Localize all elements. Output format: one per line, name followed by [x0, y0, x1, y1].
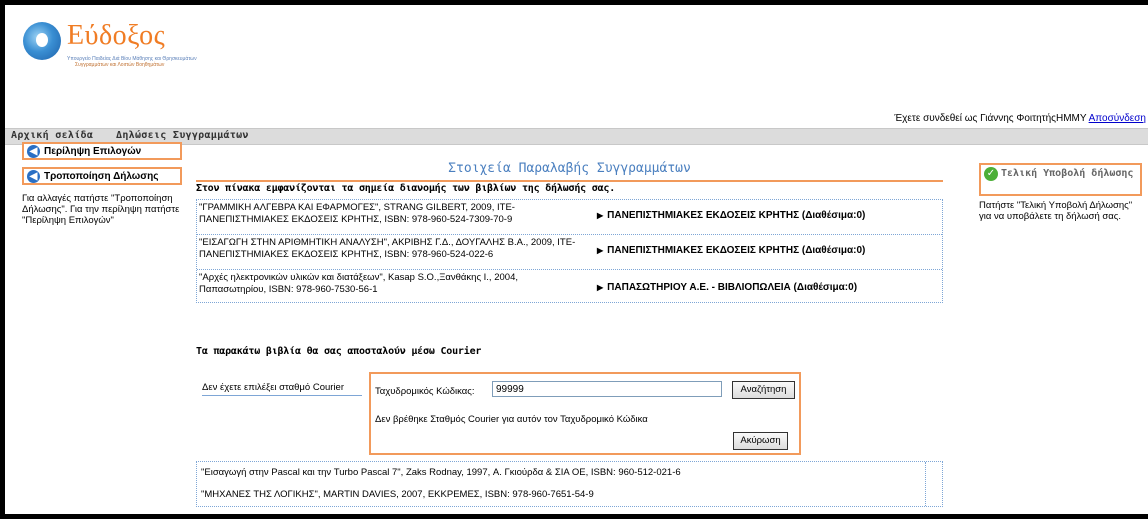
postal-code-label: Ταχυδρομικός Κώδικας:	[375, 386, 475, 397]
right-help-text: Πατήστε "Τελική Υποβολή Δήλωσης" για να …	[979, 200, 1133, 222]
summary-button-label: Περίληψη Επιλογών	[44, 146, 142, 157]
courier-heading: Τα παρακάτω βιβλία θα σας αποσταλούν μέσ…	[196, 346, 482, 357]
page-header: Εύδοξος Υπουργείο Παιδείας Διά Βίου Μάθη…	[5, 5, 1148, 131]
book-info: "ΕΙΣΑΓΩΓΗ ΣΤΗΝ ΑΡΙΘΜΗΤΙΚΗ ΑΝΑΛΥΣΗ", ΑΚΡΙ…	[199, 237, 576, 260]
page-title: Στοιχεία Παραλαβής Συγγραμμάτων	[196, 159, 943, 182]
table-heading: Στον πίνακα εμφανίζονται τα σημεία διανο…	[196, 183, 616, 194]
eudoxus-logo[interactable]: Εύδοξος Υπουργείο Παιδείας Διά Βίου Μάθη…	[23, 20, 197, 70]
menu-item-home[interactable]: Αρχική σελίδα	[11, 130, 93, 141]
courier-status-label: Δεν έχετε επιλέξει σταθμό Courier	[202, 382, 362, 396]
final-submit-button[interactable]: ✓ Τελική Υποβολή δήλωσης	[979, 163, 1142, 196]
arrow-left-icon: ◀	[27, 145, 40, 158]
distribution-label: ΠΑΝΕΠΙΣΤΗΜΙΑΚΕΣ ΕΚΔΟΣΕΙΣ ΚΡΗΤΗΣ (Διαθέσι…	[607, 245, 866, 256]
login-text: Έχετε συνδεθεί ως Γιάννης ΦοιτητήςΗΜΜΥ	[894, 113, 1087, 124]
courier-books-table: "Εισαγωγή στην Pascal και την Turbo Pasc…	[196, 461, 943, 507]
table-row: "ΕΙΣΑΓΩΓΗ ΣΤΗΝ ΑΡΙΘΜΗΤΙΚΗ ΑΝΑΛΥΣΗ", ΑΚΡΙ…	[197, 235, 942, 270]
cancel-button[interactable]: Ακύρωση	[733, 432, 788, 450]
modify-declaration-button[interactable]: ◀ Τροποποίηση Δήλωσης	[22, 167, 182, 185]
bottom-border	[0, 514, 1148, 519]
modify-button-label: Τροποποίηση Δήλωσης	[44, 171, 159, 182]
search-button[interactable]: Αναζήτηση	[732, 381, 795, 399]
logo-subtitle-2: Συγγραμμάτων και Λοιπών Βοηθημάτων	[75, 62, 165, 68]
book-info: "ΓΡΑΜΜΙΚΗ ΑΛΓΕΒΡΑ ΚΑΙ ΕΦΑΡΜΟΓΕΣ", STRANG…	[199, 202, 515, 225]
distribution-point[interactable]: ▶ ΠΑΝΕΠΙΣΤΗΜΙΑΚΕΣ ΕΚΔΟΣΕΙΣ ΚΡΗΤΗΣ (Διαθέσ…	[597, 245, 865, 256]
not-found-message: Δεν βρέθηκε Σταθμός Courier για αυτόν το…	[375, 414, 648, 425]
table-row: "ΓΡΑΜΜΙΚΗ ΑΛΓΕΒΡΑ ΚΑΙ ΕΦΑΡΜΟΓΕΣ", STRANG…	[197, 200, 942, 235]
logo-text: Εύδοξος	[67, 20, 166, 51]
courier-search-panel: Ταχυδρομικός Κώδικας: Αναζήτηση Δεν βρέθ…	[369, 372, 801, 455]
menu-item-declarations[interactable]: Δηλώσεις Συγγραμμάτων	[116, 130, 249, 141]
distribution-table: "ΓΡΑΜΜΙΚΗ ΑΛΓΕΒΡΑ ΚΑΙ ΕΦΑΡΜΟΓΕΣ", STRANG…	[196, 199, 943, 303]
table-row: "Αρχές ηλεκτρονικών υλικών και διατάξεων…	[197, 270, 942, 302]
triangle-icon: ▶	[597, 211, 604, 220]
summary-button[interactable]: ◀ Περίληψη Επιλογών	[22, 142, 182, 160]
distribution-label: ΠΑΝΕΠΙΣΤΗΜΙΑΚΕΣ ΕΚΔΟΣΕΙΣ ΚΡΗΤΗΣ (Διαθέσι…	[607, 210, 866, 221]
courier-book-row: "ΜΗΧΑΝΕΣ ΤΗΣ ΛΟΓΙΚΗΣ", MARTIN DAVIES, 20…	[201, 489, 594, 500]
postal-code-input[interactable]	[492, 381, 722, 397]
arrow-left-icon: ◀	[27, 170, 40, 183]
check-icon: ✓	[984, 167, 998, 181]
triangle-icon: ▶	[597, 246, 604, 255]
courier-book-row: "Εισαγωγή στην Pascal και την Turbo Pasc…	[201, 467, 681, 478]
logout-link[interactable]: Αποσύνδεση	[1089, 113, 1146, 124]
final-submit-label: Τελική Υποβολή δήλωσης	[1001, 168, 1134, 179]
distribution-point[interactable]: ▶ ΠΑΝΕΠΙΣΤΗΜΙΑΚΕΣ ΕΚΔΟΣΕΙΣ ΚΡΗΤΗΣ (Διαθέσ…	[597, 210, 865, 221]
column-divider	[925, 462, 926, 506]
book-info: "Αρχές ηλεκτρονικών υλικών και διατάξεων…	[199, 272, 518, 295]
distribution-label: ΠΑΠΑΣΩΤΗΡΙΟΥ Α.Ε. - ΒΙΒΛΙΟΠΩΛΕΙΑ (Διαθέσ…	[607, 282, 858, 293]
logo-circle-icon	[23, 22, 61, 60]
triangle-icon: ▶	[597, 283, 604, 292]
left-help-text: Για αλλαγές πατήστε "Τροποποίηση Δήλωσης…	[22, 193, 180, 226]
login-status: Έχετε συνδεθεί ως Γιάννης ΦοιτητήςΗΜΜΥ Α…	[894, 113, 1146, 124]
distribution-point[interactable]: ▶ ΠΑΠΑΣΩΤΗΡΙΟΥ Α.Ε. - ΒΙΒΛΙΟΠΩΛΕΙΑ (Διαθέ…	[597, 282, 857, 293]
